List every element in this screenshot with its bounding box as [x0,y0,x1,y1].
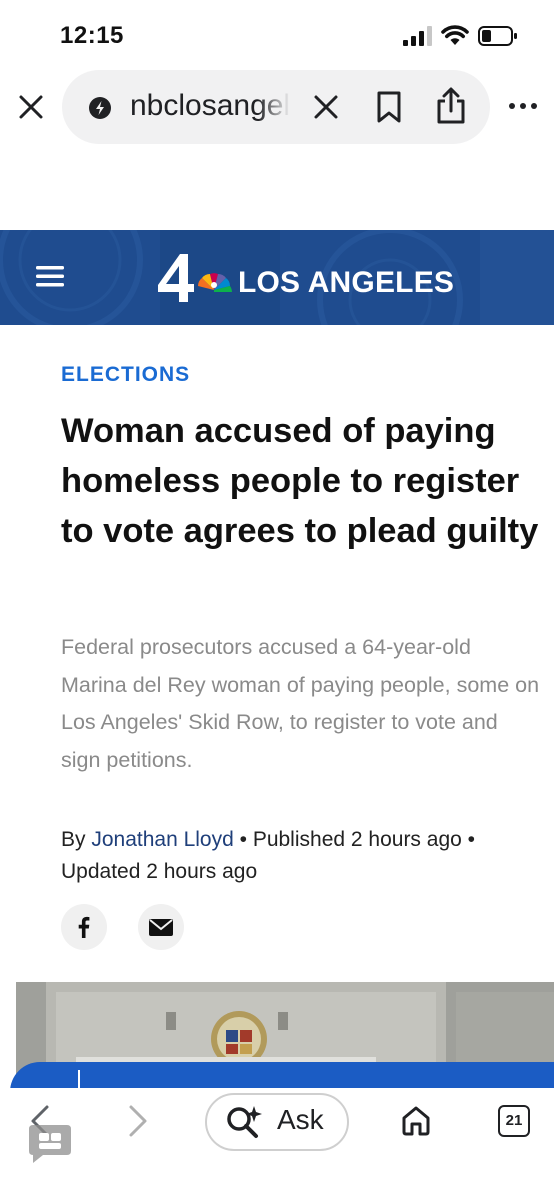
forward-icon[interactable] [126,1104,150,1138]
url-text[interactable]: nbclosangeles.com [130,89,290,129]
nbc4-logo[interactable] [154,252,240,304]
more-icon[interactable] [508,100,538,112]
byline-prefix: By [61,828,92,851]
bookmark-icon[interactable] [374,90,404,124]
facebook-share-button[interactable] [61,904,107,950]
ask-search-icon [227,1106,262,1138]
lock-icon [89,97,111,119]
signal-icon [403,26,432,46]
ask-label[interactable]: Ask [277,1104,324,1136]
wifi-icon [441,25,469,45]
author-link[interactable]: Jonathan Lloyd [91,828,233,851]
article-summary: Federal prosecutors accused a 64-year-ol… [61,635,540,772]
home-icon[interactable] [400,1104,432,1136]
clear-icon[interactable] [312,93,340,121]
chat-icon[interactable] [27,1121,73,1165]
site-header: LOS ANGELES [0,230,554,325]
email-icon [149,919,173,936]
status-bar: 12:15 [0,0,554,70]
status-time: 12:15 [60,22,124,49]
battery-icon [478,26,517,46]
close-icon[interactable] [16,92,46,122]
article-category[interactable]: ELECTIONS [61,363,190,387]
tabs-icon[interactable]: 21 [498,1105,530,1137]
share-icon[interactable] [435,87,467,125]
facebook-icon [78,916,90,938]
byline: By Jonathan Lloyd • Published 2 hours ag… [61,824,541,888]
email-share-button[interactable] [138,904,184,950]
logo-text: LOS ANGELES [238,266,455,299]
hamburger-icon[interactable] [36,264,64,288]
article-headline: Woman accused of paying homeless people … [61,412,539,550]
